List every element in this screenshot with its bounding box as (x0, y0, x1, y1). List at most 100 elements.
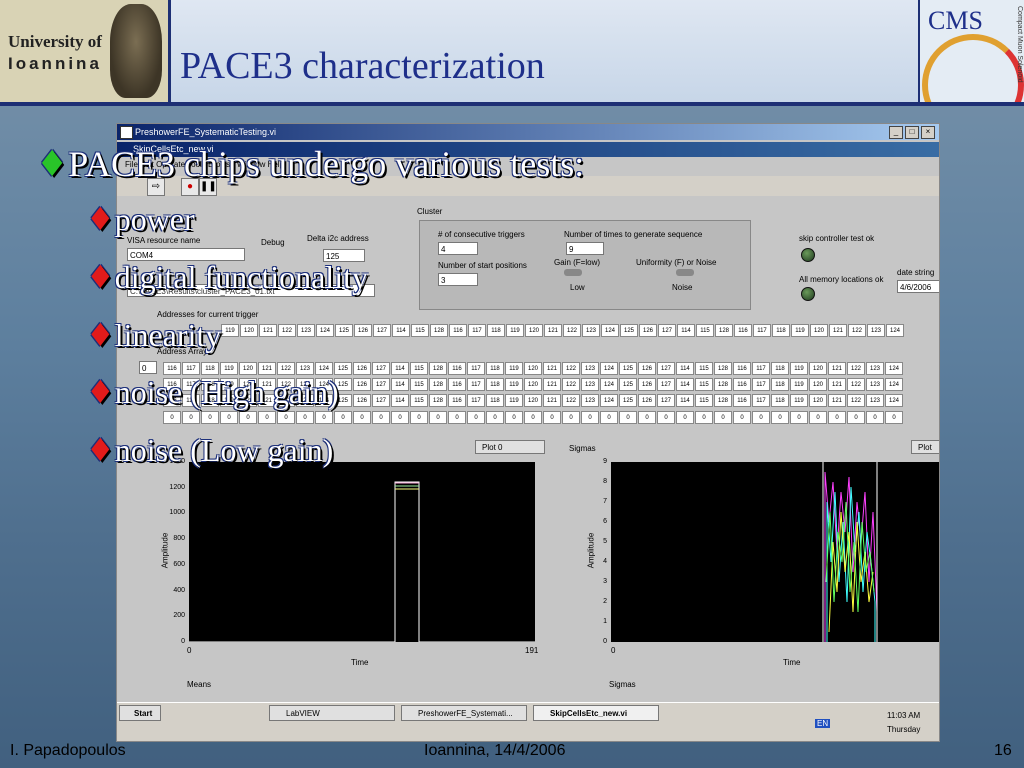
array-cell: 121 (828, 362, 846, 375)
array-cell: 121 (543, 394, 561, 407)
array-cell: 125 (334, 378, 352, 391)
array-cell: 114 (391, 362, 409, 375)
language-indicator[interactable]: EN (815, 719, 831, 728)
array-label: Address Array (157, 347, 208, 356)
array-cell: 123 (866, 362, 884, 375)
array-cell: 119 (790, 394, 808, 407)
footer-place-date: Ioannina, 14/4/2006 (424, 742, 566, 759)
y-tick-label: 2 (603, 598, 607, 605)
minimize-icon[interactable]: _ (889, 126, 903, 139)
maximize-icon[interactable]: □ (905, 126, 919, 139)
date-field[interactable]: 4/6/2006 (897, 280, 939, 293)
footer-author: I. Papadopoulos (10, 742, 126, 759)
plot2-xlabel: Time (783, 658, 801, 667)
array-cell: 117 (753, 324, 771, 337)
array-cell: 0 (410, 411, 428, 424)
array-cell: 124 (601, 324, 619, 337)
array-cell: 123 (296, 378, 314, 391)
array-cell: 0 (296, 411, 314, 424)
plot1-xmin: 0 (187, 646, 192, 655)
array-cell: 0 (600, 411, 618, 424)
array-cell: 121 (543, 378, 561, 391)
means-plot-area[interactable] (189, 462, 535, 643)
array-cell: 0 (619, 411, 637, 424)
mem-label: All memory locations ok (799, 275, 884, 284)
array-cell: 114 (676, 394, 694, 407)
array-cell: 127 (657, 362, 675, 375)
array-cell: 122 (847, 378, 865, 391)
array-cell: 119 (505, 362, 523, 375)
sigmas-plot-panel: Sigmas Plot 9876543210 Amplitude 0 Time … (563, 436, 939, 689)
array-cell: 124 (315, 394, 333, 407)
consec-triggers-field[interactable]: 4 (438, 242, 478, 255)
delta-address-field[interactable]: 125 (323, 249, 365, 262)
array-index[interactable]: 0 (139, 361, 157, 374)
array-cell: 0 (657, 411, 675, 424)
array-cell: 0 (828, 411, 846, 424)
plot2-legend[interactable]: Plot (911, 440, 939, 454)
array-cell: 114 (391, 394, 409, 407)
y-tick-label: 0 (181, 638, 185, 645)
array-cell: 117 (182, 394, 200, 407)
array-cell: 118 (201, 362, 219, 375)
sigmas-plot-area[interactable] (611, 462, 939, 642)
cms-logo: CMS Compact Muon Solenoid (918, 0, 1024, 102)
array-cell: 0 (429, 411, 447, 424)
array-cell: 0 (543, 411, 561, 424)
plot1-legend[interactable]: Plot 0 (475, 440, 545, 454)
array-cell: 114 (676, 378, 694, 391)
mem-led-icon (801, 287, 815, 301)
array-cell: 0 (752, 411, 770, 424)
debug-label: Debug (261, 238, 285, 247)
run-arrow-icon[interactable]: ⇨ (147, 178, 165, 196)
array-cell: 122 (562, 378, 580, 391)
array-cell: 0 (334, 411, 352, 424)
plot2-xmin: 0 (611, 646, 616, 655)
taskbar-item-skipcells[interactable]: SkipCellsEtc_new.vi (533, 705, 659, 721)
array-cell: 122 (277, 378, 295, 391)
array-cell: 116 (163, 394, 181, 407)
array-cell: 0 (201, 411, 219, 424)
array-cell: 119 (505, 394, 523, 407)
clock-time: 11:03 AM (887, 711, 921, 720)
times-field[interactable]: 9 (566, 242, 604, 255)
stop-icon[interactable]: ● (181, 178, 199, 196)
start-button[interactable]: Start (119, 705, 161, 721)
array-cell: 0 (847, 411, 865, 424)
array-cell: 120 (524, 394, 542, 407)
array-cell: 117 (752, 378, 770, 391)
uniform-toggle[interactable] (676, 269, 694, 276)
array-row-2: 116 117 118 119 120 121 122 123 124 125 126 127 114 1… (163, 378, 904, 391)
file-path-field[interactable]: C:\PACE3\Results\cluster_PACE3_01.txt (127, 284, 375, 297)
plot1-xlabel: Time (351, 658, 369, 667)
array-cell: 0 (809, 411, 827, 424)
array-cell: 123 (866, 378, 884, 391)
array-cell: 122 (562, 394, 580, 407)
y-tick-label: 0 (603, 638, 607, 645)
array-cell: 120 (524, 362, 542, 375)
array-cell: 126 (639, 324, 657, 337)
close-icon[interactable]: × (921, 126, 935, 139)
taskbar-item-preshower[interactable]: PreshowerFE_Systemati... (401, 705, 527, 721)
slide-title: PACE3 characterization (180, 45, 545, 87)
array-cell: 125 (334, 362, 352, 375)
array-cell: 115 (410, 378, 428, 391)
array-cell: 119 (791, 324, 809, 337)
array-cell: 127 (373, 324, 391, 337)
means-trace (189, 481, 535, 643)
plot2-title: Sigmas (569, 444, 596, 453)
array-cell: 115 (695, 394, 713, 407)
visa-resource-select[interactable]: COM4 (127, 248, 245, 261)
menu-bar[interactable]: File Edit Operate Tools Browse Window He… (117, 157, 939, 172)
taskbar-item-labview[interactable]: LabVIEW (269, 705, 395, 721)
array-cell: 115 (410, 362, 428, 375)
start-positions-field[interactable]: 3 (438, 273, 478, 286)
y-tick-label: 1000 (169, 509, 185, 517)
y-tick-label: 1 (603, 618, 607, 625)
array-cell: 120 (239, 362, 257, 375)
array-cell: 118 (486, 378, 504, 391)
gain-toggle[interactable] (564, 269, 582, 276)
plot2-legend-text: Plot (918, 443, 932, 452)
y-tick-label: 6 (603, 518, 607, 525)
pause-icon[interactable]: ❚❚ (199, 178, 217, 196)
